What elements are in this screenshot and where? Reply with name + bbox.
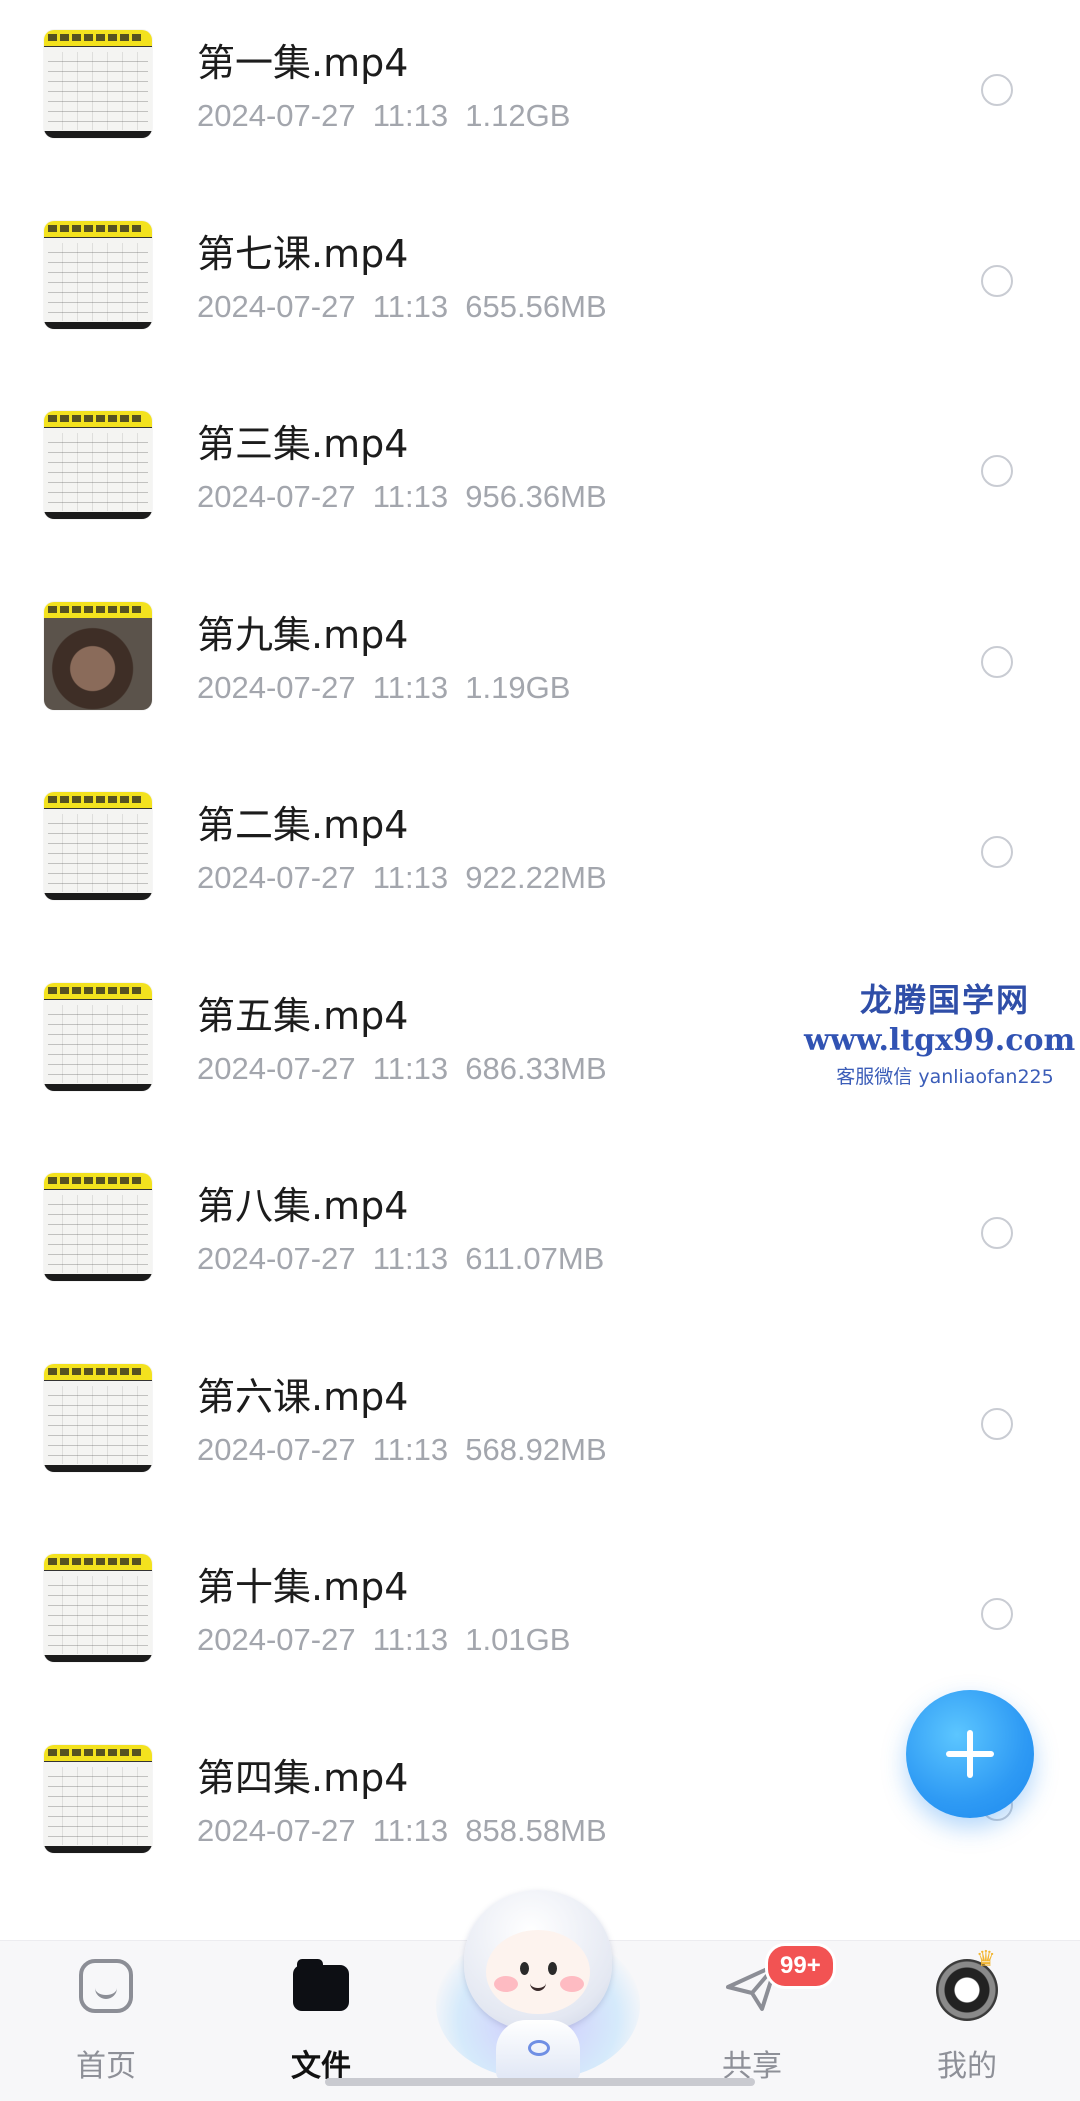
nav-home-label: 首页 xyxy=(76,2049,136,2084)
video-thumbnail xyxy=(44,1745,152,1853)
file-name: 第八集.mp4 xyxy=(197,1184,409,1228)
video-thumbnail xyxy=(44,1173,152,1281)
file-meta: 2024-07-27 11:13 1.19GB xyxy=(197,670,571,705)
video-thumbnail xyxy=(44,411,152,519)
file-row[interactable]: 第三集.mp4 2024-07-27 11:13 956.36MB xyxy=(0,389,1080,580)
nav-mine[interactable]: ♛ 我的 xyxy=(887,1941,1047,2101)
file-row[interactable]: 第六课.mp4 2024-07-27 11:13 568.92MB xyxy=(0,1342,1080,1533)
select-radio[interactable] xyxy=(981,1598,1013,1630)
file-row[interactable]: 第十集.mp4 2024-07-27 11:13 1.01GB xyxy=(0,1532,1080,1723)
file-name: 第一集.mp4 xyxy=(197,41,409,85)
select-radio[interactable] xyxy=(981,836,1013,868)
home-icon xyxy=(79,1959,133,2013)
file-meta: 2024-07-27 11:13 922.22MB xyxy=(197,860,607,895)
file-name: 第四集.mp4 xyxy=(197,1756,409,1800)
file-name: 第七课.mp4 xyxy=(197,232,409,276)
select-radio[interactable] xyxy=(981,455,1013,487)
select-radio[interactable] xyxy=(981,1408,1013,1440)
nav-mine-label: 我的 xyxy=(937,2049,997,2084)
file-name: 第五集.mp4 xyxy=(197,994,409,1038)
file-meta: 2024-07-27 11:13 686.33MB xyxy=(197,1051,607,1086)
nav-files[interactable]: 文件 xyxy=(241,1941,401,2101)
home-indicator xyxy=(325,2078,755,2086)
watermark-title: 龙腾国学网 xyxy=(859,981,1030,1019)
file-meta: 2024-07-27 11:13 655.56MB xyxy=(197,289,607,324)
watermark: 龙腾国学网 www.ltgx99.com 客服微信 yanliaofan225 xyxy=(804,975,1075,1089)
select-radio[interactable] xyxy=(981,265,1013,297)
file-row[interactable]: 第七课.mp4 2024-07-27 11:13 655.56MB xyxy=(0,199,1080,390)
file-meta: 2024-07-27 11:13 568.92MB xyxy=(197,1432,607,1467)
add-button[interactable] xyxy=(906,1690,1034,1818)
file-meta: 2024-07-27 11:13 1.01GB xyxy=(197,1622,571,1657)
file-row[interactable]: 第九集.mp4 2024-07-27 11:13 1.19GB xyxy=(0,580,1080,771)
file-meta: 2024-07-27 11:13 1.12GB xyxy=(197,98,571,133)
video-thumbnail xyxy=(44,30,152,138)
video-thumbnail xyxy=(44,792,152,900)
file-name: 第六课.mp4 xyxy=(197,1375,409,1419)
file-row[interactable]: 第二集.mp4 2024-07-27 11:13 922.22MB xyxy=(0,770,1080,961)
file-name: 第九集.mp4 xyxy=(197,613,409,657)
select-radio[interactable] xyxy=(981,74,1013,106)
file-row[interactable]: 第八集.mp4 2024-07-27 11:13 611.07MB xyxy=(0,1151,1080,1342)
file-meta: 2024-07-27 11:13 956.36MB xyxy=(197,479,607,514)
nav-home[interactable]: 首页 xyxy=(26,1941,186,2101)
watermark-url: www.ltgx99.com xyxy=(804,1023,1076,1058)
share-badge: 99+ xyxy=(765,1943,836,1989)
video-thumbnail xyxy=(44,602,152,710)
video-thumbnail xyxy=(44,1554,152,1662)
file-meta: 2024-07-27 11:13 858.58MB xyxy=(197,1813,607,1848)
select-radio[interactable] xyxy=(981,646,1013,678)
avatar-icon: ♛ xyxy=(936,1947,998,2021)
folder-icon xyxy=(293,1959,349,2011)
watermark-contact: 客服微信 yanliaofan225 xyxy=(836,1066,1054,1088)
video-thumbnail xyxy=(44,221,152,329)
video-thumbnail xyxy=(44,1364,152,1472)
crown-icon: ♛ xyxy=(976,1947,996,1972)
video-thumbnail xyxy=(44,983,152,1091)
select-radio[interactable] xyxy=(981,1217,1013,1249)
assistant-mascot-button[interactable] xyxy=(436,1880,640,2090)
file-meta: 2024-07-27 11:13 611.07MB xyxy=(197,1241,605,1276)
file-row[interactable]: 第一集.mp4 2024-07-27 11:13 1.12GB xyxy=(0,8,1080,199)
file-name: 第二集.mp4 xyxy=(197,803,409,847)
file-name: 第三集.mp4 xyxy=(197,422,409,466)
file-name: 第十集.mp4 xyxy=(197,1565,409,1609)
